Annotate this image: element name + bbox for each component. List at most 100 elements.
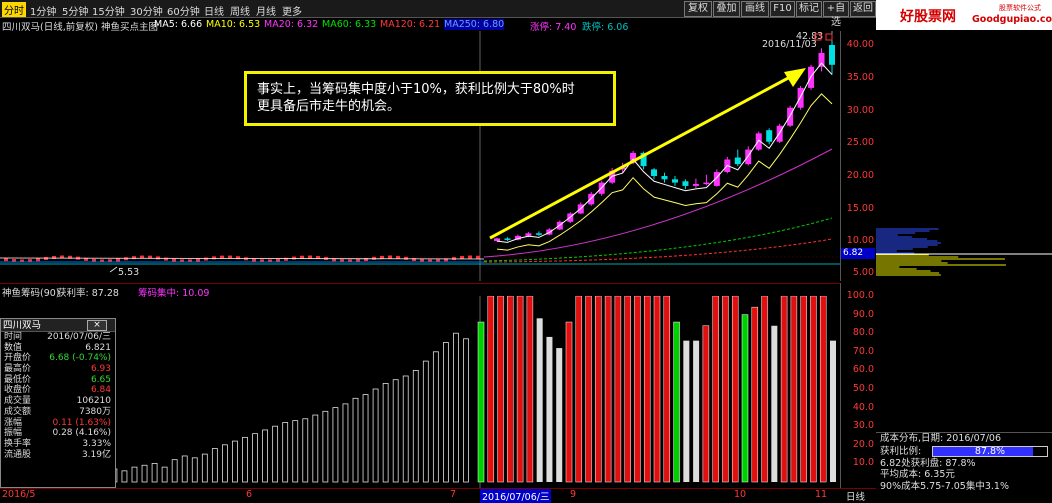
toolbar-button[interactable]: 叠加 — [713, 1, 740, 17]
timeframe-tab[interactable]: 更多 — [282, 3, 302, 18]
quote-label: 流通股 — [4, 449, 32, 460]
indicator-bar — [722, 296, 729, 483]
indicator-bar — [516, 296, 524, 483]
candle — [276, 258, 280, 262]
candle-body — [671, 179, 678, 183]
average-cost: 平均成本: 6.35元 — [880, 469, 955, 481]
cost-distribution-info: 成本分布,日期: 2016/07/06 获利比例: 87.8% 6.82处获利盘… — [876, 432, 1052, 500]
candle-body — [682, 181, 689, 186]
indicator-bar — [272, 425, 279, 483]
toolbar-button[interactable]: 标记 — [796, 1, 822, 17]
quote-row: 成交额 7380万 — [1, 407, 115, 418]
indicator-bar — [222, 444, 228, 483]
candle-body — [494, 238, 500, 241]
indicator-tick-label: 20.0 — [852, 438, 874, 450]
timeframe-tab[interactable]: 周线 — [230, 3, 250, 18]
candle-body — [829, 45, 835, 65]
indicator-bar — [663, 296, 671, 483]
indicator-bar — [453, 332, 459, 483]
date-label: 6 — [246, 489, 253, 500]
indicator-bar — [181, 455, 188, 483]
toolbar-button[interactable]: 画线 — [741, 1, 769, 17]
indicator-tick-label: 60.0 — [852, 364, 874, 376]
timeframe-tab[interactable]: 1分钟 — [30, 3, 56, 18]
candle-body — [692, 183, 699, 186]
price-tick-label: 5.00 — [852, 267, 874, 278]
indicator-bar — [392, 379, 399, 483]
indicator-tick-label: 30.0 — [852, 420, 874, 432]
toolbar-button[interactable]: 返回 — [850, 1, 876, 17]
price-tick-label: 40.00 — [846, 39, 874, 50]
indicator-bar — [443, 342, 449, 483]
timeframe-tab[interactable]: 15分钟 — [92, 3, 125, 18]
indicator-bar — [322, 410, 329, 483]
candlestick-chart[interactable]: 2016/11/0342.835.53 — [0, 31, 840, 281]
candle — [308, 255, 312, 259]
quote-panel: 四川双马 × 时间 2016/07/06/三 数值 6.821 开盘价 6.68 (-0.… — [0, 318, 116, 488]
quote-row: 涨幅 0.11 (1.63%) — [1, 418, 115, 429]
timeframe-tab[interactable]: 30分钟 — [130, 3, 163, 18]
quote-value: 3.19亿 — [81, 449, 111, 460]
indicator-bar — [741, 314, 749, 483]
timeframe-tab[interactable]: 月线 — [256, 3, 276, 18]
candle-body — [734, 157, 741, 165]
chart-background — [0, 31, 840, 281]
indicator-bar — [643, 296, 651, 483]
indicator-bar — [595, 296, 602, 483]
toolbar-button[interactable]: +自选 — [823, 1, 849, 28]
profit-ratio-row: 获利比例: 87.8% — [880, 445, 1052, 457]
indicator-bar — [653, 296, 661, 483]
date-cursor-label: 2016/07/06/三 — [480, 489, 552, 503]
indicator-bar — [575, 296, 583, 483]
quote-value: 0.11 (1.63%) — [52, 417, 111, 428]
timeframe-tab[interactable]: 分时 — [2, 2, 26, 17]
candle-body — [703, 182, 710, 185]
candle — [468, 255, 472, 259]
candle-body — [504, 238, 511, 240]
indicator-bar — [402, 375, 409, 483]
timeframe-tab[interactable]: 5分钟 — [62, 3, 88, 18]
quote-label: 成交额 — [4, 406, 32, 417]
indicator-bar — [565, 321, 573, 483]
indicator-bar — [432, 351, 439, 483]
date-label: 10 — [734, 489, 747, 500]
close-button[interactable]: × — [87, 320, 107, 331]
indicator-tick-label: 70.0 — [852, 345, 874, 357]
candle — [372, 256, 376, 260]
period-selector[interactable]: 日线 — [846, 489, 865, 503]
candle-body — [818, 52, 825, 67]
quote-row: 最高价 6.93 — [1, 364, 115, 375]
candle — [388, 255, 392, 259]
timeframe-tab[interactable]: 日线 — [204, 3, 224, 18]
quote-value: 6.68 (-0.74%) — [49, 353, 111, 364]
indicator-bar — [526, 296, 534, 483]
price-axis: 40.00 35.00 30.00 25.00 20.00 15.00 10.00 5.00 — [840, 31, 876, 281]
indicator-bar — [585, 296, 592, 483]
candle-body — [651, 169, 658, 176]
cost-title: 成本分布,日期: 2016/07/06 — [880, 433, 1001, 444]
indicator-bar — [242, 436, 248, 483]
ma5-label: MA5: 6.66 — [154, 19, 203, 30]
quote-label: 涨幅 — [4, 417, 23, 428]
candle — [476, 255, 480, 259]
candle-body — [745, 149, 752, 165]
toolbar-button[interactable]: 复权 — [684, 1, 712, 17]
indicator-bar — [412, 370, 419, 483]
timeframe-tab[interactable]: 60分钟 — [167, 3, 200, 18]
indicator-bar — [693, 340, 700, 482]
candle-body — [776, 125, 783, 142]
toolbar-button[interactable]: F10 — [770, 1, 795, 17]
candle — [204, 257, 208, 261]
indicator-bar — [751, 306, 759, 483]
cost-concentration: 90%成本5.75-7.05集中3.1% — [880, 480, 1009, 492]
ma20-label: MA20: 6.32 — [264, 19, 319, 30]
quote-row: 收盘价 6.84 — [1, 385, 115, 396]
indicator-bar — [634, 296, 641, 483]
ma10-label: MA10: 6.53 — [206, 19, 261, 30]
indicator-bar — [121, 470, 128, 483]
indicator-bar-chart[interactable] — [0, 296, 840, 488]
candle — [52, 255, 56, 259]
profit-ratio-label: 获利比例: — [880, 445, 922, 457]
quote-row: 最低价 6.65 — [1, 375, 115, 386]
candle — [92, 258, 96, 262]
